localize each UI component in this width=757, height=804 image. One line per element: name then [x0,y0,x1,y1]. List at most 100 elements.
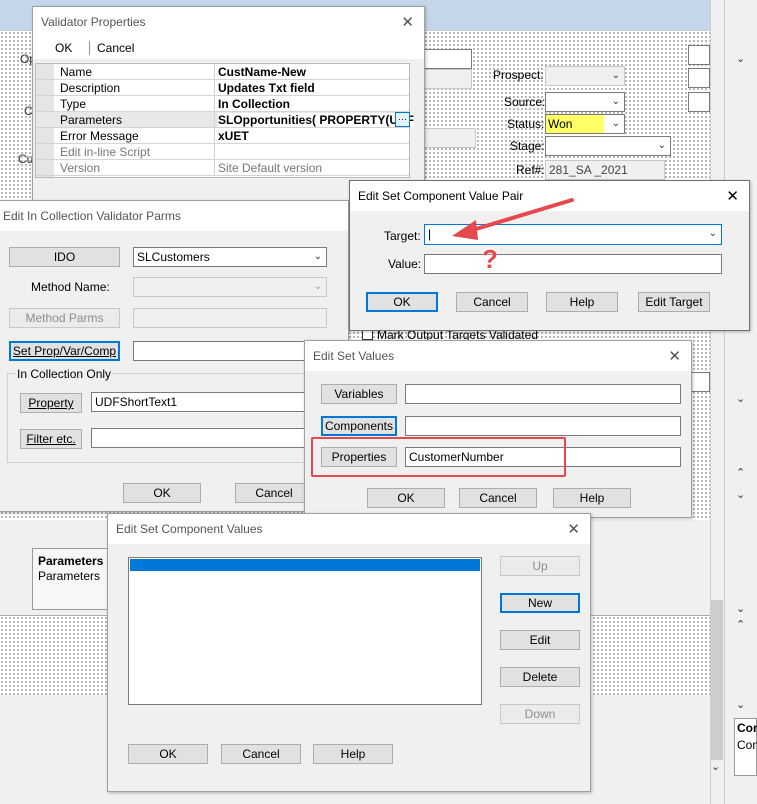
components-button[interactable]: Components [321,416,397,436]
set-values-dialog: Edit Set Values ✕ Variables Components P… [304,340,692,518]
ref-field: 281_SA _2021 [545,160,665,180]
components-field[interactable] [405,416,681,436]
chevron-down-icon[interactable]: ⌄ [711,760,720,773]
grid-row[interactable]: Edit in-line Script [36,144,409,160]
grid-value: xUET [218,129,249,143]
value-label: Value: [388,257,422,271]
ok-button[interactable]: OK [366,292,438,312]
ellipsis-button[interactable]: ··· [395,112,410,127]
cancel-button[interactable]: Cancel [235,483,313,503]
close-icon[interactable]: ✕ [726,187,739,205]
cancel-button[interactable]: Cancel [459,488,537,508]
dialog-title: Edit Set Component Values [116,522,263,536]
bg-field-right-3[interactable] [688,92,710,112]
prospect-label: Prospect: [493,68,544,82]
cancel-button[interactable]: Cancel [221,744,301,764]
up-button: Up [500,556,580,576]
grid-value: CustName-New [218,65,307,79]
cancel-button[interactable]: Cancel [456,292,528,312]
value-field[interactable] [424,254,722,274]
grid-key: Version [60,161,101,175]
target-value: | [428,227,432,241]
prospect-combo[interactable]: ⌄ [545,66,625,86]
chevron-up-icon[interactable]: ⌃ [736,466,745,479]
help-button[interactable]: Help [553,488,631,508]
cancel-button[interactable]: Cancel [97,41,134,55]
chevron-down-icon: ⌄ [313,281,322,292]
ok-button[interactable]: OK [123,483,201,503]
bg-field-right-2[interactable] [688,68,710,88]
ok-button[interactable]: OK [128,744,208,764]
stage-label: Stage: [510,139,545,153]
help-button[interactable]: Help [546,292,618,312]
variables-button[interactable]: Variables [321,384,397,404]
bg-field-2 [420,69,472,89]
set-prop-var-comp-button[interactable]: Set Prop/Var/Comp [9,341,120,361]
chevron-down-icon[interactable]: ⌄ [736,698,745,711]
set-prop-field[interactable] [133,341,327,361]
method-parms-button: Method Parms [9,308,120,328]
close-icon[interactable]: ✕ [668,347,681,365]
annotation-arrow-icon [452,198,574,240]
stage-combo[interactable]: ⌄ [545,136,671,156]
grid-separator [214,160,215,175]
chevron-down-icon: ⌄ [657,140,666,151]
validator-properties-dialog: Validator Properties ✕ OK Cancel Name Cus… [32,6,425,206]
grid-separator [214,112,215,127]
bg-right-field-4[interactable] [690,372,710,392]
dialog-title: Validator Properties [41,15,146,29]
new-button[interactable]: New [500,593,580,613]
grid-separator [214,144,215,159]
bg-field-1[interactable] [420,49,472,69]
chevron-down-icon[interactable]: ⌄ [736,392,745,405]
component-values-list[interactable] [128,557,482,705]
ido-combo[interactable]: SLCustomers ⌄ [133,247,327,267]
ok-button[interactable]: OK [367,488,445,508]
chevron-down-icon[interactable]: ⌄ [736,602,745,615]
filter-button[interactable]: Filter etc. [20,429,82,449]
help-button[interactable]: Help [313,744,393,764]
toolbar-divider [89,41,90,55]
bg-field-3 [420,128,476,148]
close-icon[interactable]: ✕ [401,13,414,31]
dialog-title-bar: Validator Properties ✕ [33,7,424,37]
edit-button[interactable]: Edit [500,630,580,650]
property-button[interactable]: Property [20,393,82,413]
chevron-down-icon: ⌄ [313,251,322,262]
chevron-down-icon: ⌄ [708,228,717,239]
grid-separator [214,96,215,111]
in-collection-dialog: Edit In Collection Validator Parms IDO S… [0,200,349,512]
list-item-selected[interactable] [130,559,480,571]
source-label: Source: [504,95,546,109]
chevron-down-icon[interactable]: ⌄ [736,488,745,501]
grid-value: Updates Txt field [218,81,315,95]
bg-field-right-1[interactable] [688,45,710,65]
variables-field[interactable] [405,384,681,404]
delete-button[interactable]: Delete [500,667,580,687]
grid-row[interactable]: Type In Collection [36,96,409,112]
status-combo[interactable]: Won ⌄ [545,114,625,134]
dialog-title: Edit Set Values [313,349,395,363]
source-combo[interactable]: ⌄ [545,92,625,112]
close-icon[interactable]: ✕ [567,520,580,538]
question-mark-annotation: ? [482,244,498,274]
dialog-title: Edit In Collection Validator Parms [3,209,181,223]
chevron-up-icon[interactable]: ⌃ [736,618,745,631]
edit-target-button[interactable]: Edit Target [638,292,710,312]
ref-label: Ref#: [516,163,545,177]
grid-row[interactable]: Version Site Default version [36,160,409,176]
property-field[interactable]: UDFShortText1 [91,392,331,412]
grid-value: SLOpportunities( PROPERTY(UDF [218,113,414,127]
right-scroll-thumb[interactable] [711,600,723,760]
grid-row[interactable]: Description Updates Txt field [36,80,409,96]
filter-field[interactable] [91,428,331,448]
chevron-down-icon[interactable]: ⌄ [736,52,745,65]
ok-button[interactable]: OK [55,41,72,55]
grid-key: Parameters [60,113,123,127]
grid-row[interactable]: Error Message xUET [36,128,409,144]
grid-row[interactable]: Name CustName-New [36,64,409,80]
grid-row-selected[interactable]: Parameters SLOpportunities( PROPERTY(UDF ·… [36,112,414,128]
ido-button[interactable]: IDO [9,247,120,267]
grid-key: Error Message [60,129,139,143]
grid-separator [214,128,215,143]
